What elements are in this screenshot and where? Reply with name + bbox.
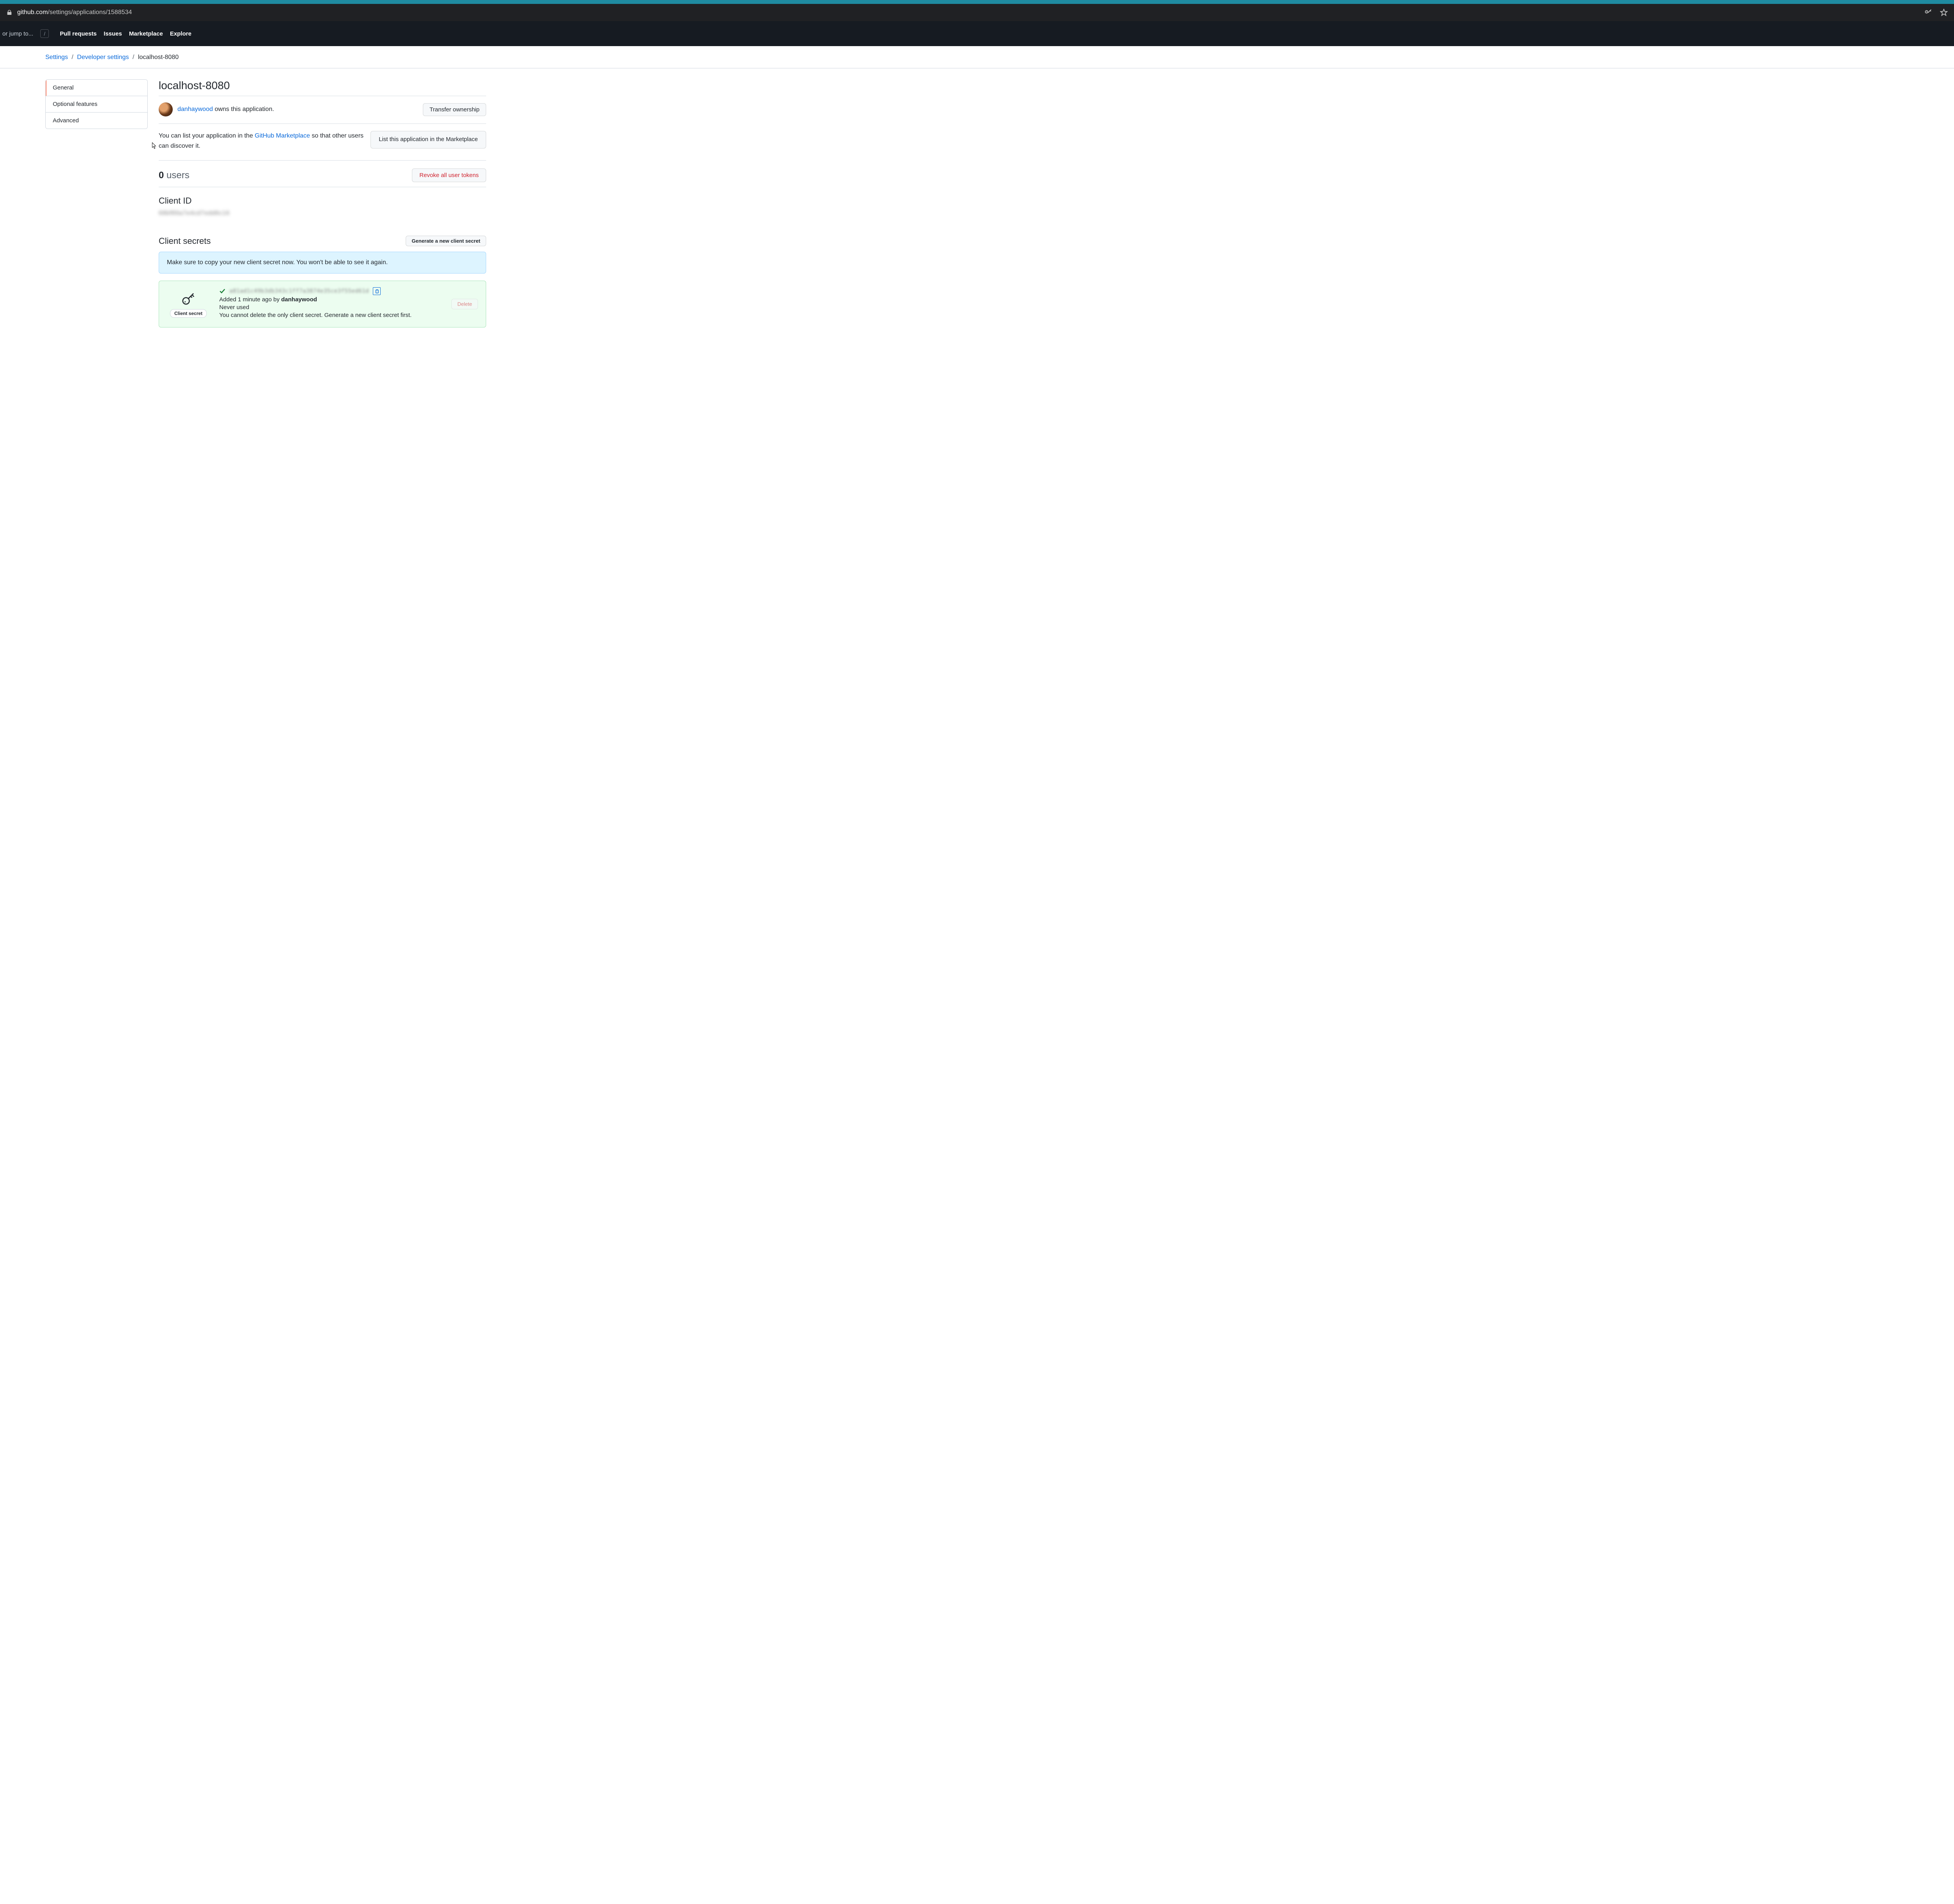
bookmark-star-icon[interactable] bbox=[1940, 9, 1948, 16]
sidebar-menu: General Optional features Advanced bbox=[45, 79, 148, 129]
sidebar-item-optional-features[interactable]: Optional features bbox=[46, 96, 147, 113]
client-secret-box: Client secret a81ad1c49b3db343c1ff7a3874… bbox=[159, 281, 486, 327]
users-row: 0 users Revoke all user tokens bbox=[159, 168, 486, 187]
breadcrumb-settings[interactable]: Settings bbox=[45, 54, 68, 61]
browser-url-bar[interactable]: github.com/settings/applications/1588534 bbox=[0, 4, 1954, 21]
breadcrumb: Settings / Developer settings / localhos… bbox=[0, 46, 1954, 68]
users-label: users bbox=[164, 170, 189, 181]
owner-row: danhaywood owns this application. Transf… bbox=[159, 102, 486, 124]
marketplace-text: You can list your application in the Git… bbox=[159, 131, 366, 151]
browser-tab-strip bbox=[0, 0, 1954, 4]
key-icon[interactable] bbox=[1924, 9, 1932, 16]
page-body: Settings / Developer settings / localhos… bbox=[0, 46, 1954, 327]
secret-added-meta: Added 1 minute ago by danhaywood bbox=[219, 296, 478, 303]
sidebar-item-advanced[interactable]: Advanced bbox=[46, 113, 147, 129]
avatar[interactable] bbox=[159, 102, 173, 116]
app-title: localhost-8080 bbox=[159, 79, 486, 96]
nav-issues[interactable]: Issues bbox=[104, 30, 122, 37]
secret-info: a81ad1c49b3db343c1ff7a3874e35ce3f55ed61d… bbox=[219, 287, 478, 319]
github-header: or jump to... / Pull requests Issues Mar… bbox=[0, 21, 1954, 46]
slash-shortcut-key: / bbox=[40, 29, 49, 38]
url-text: github.com/settings/applications/1588534 bbox=[17, 9, 1924, 16]
owner-suffix: owns this application. bbox=[213, 106, 274, 113]
users-text: 0 users bbox=[159, 170, 190, 181]
owner-info: danhaywood owns this application. bbox=[159, 102, 274, 116]
secret-delete-note: You cannot delete the only client secret… bbox=[219, 312, 478, 319]
secret-value: a81ad1c49b3db343c1ff7a3874e35ce3f55ed61d bbox=[229, 288, 369, 294]
header-nav: Pull requests Issues Marketplace Explore bbox=[60, 30, 191, 37]
client-secrets-heading: Client secrets bbox=[159, 236, 211, 246]
copy-secret-button[interactable] bbox=[373, 287, 381, 295]
client-secrets-header: Client secrets Generate a new client sec… bbox=[159, 236, 486, 246]
clipboard-icon bbox=[375, 289, 379, 293]
secret-value-row: a81ad1c49b3db343c1ff7a3874e35ce3f55ed61d bbox=[219, 287, 478, 295]
nav-pull-requests[interactable]: Pull requests bbox=[60, 30, 97, 37]
nav-explore[interactable]: Explore bbox=[170, 30, 191, 37]
search-jump-text[interactable]: or jump to... bbox=[0, 30, 33, 37]
github-marketplace-link[interactable]: GitHub Marketplace bbox=[255, 132, 310, 139]
main-content: localhost-8080 danhaywood owns this appl… bbox=[159, 79, 499, 327]
check-icon bbox=[219, 288, 225, 294]
list-marketplace-button[interactable]: List this application in the Marketplace bbox=[370, 131, 486, 149]
breadcrumb-current: localhost-8080 bbox=[138, 54, 179, 61]
breadcrumb-separator: / bbox=[72, 54, 73, 61]
content-wrapper: General Optional features Advanced local… bbox=[0, 68, 1954, 327]
secret-key-column: Client secret bbox=[170, 287, 207, 318]
owner-username-link[interactable]: danhaywood bbox=[177, 106, 213, 113]
breadcrumb-developer-settings[interactable]: Developer settings bbox=[77, 54, 129, 61]
settings-sidebar: General Optional features Advanced bbox=[45, 79, 148, 327]
sidebar-item-general[interactable]: General bbox=[46, 80, 147, 96]
owner-text: danhaywood owns this application. bbox=[177, 106, 274, 113]
secret-added-by: danhaywood bbox=[281, 296, 317, 303]
marketplace-row: You can list your application in the Git… bbox=[159, 131, 486, 161]
breadcrumb-separator: / bbox=[132, 54, 134, 61]
client-secret-badge: Client secret bbox=[170, 309, 207, 318]
url-action-icons bbox=[1924, 9, 1948, 16]
secret-usage: Never used bbox=[219, 304, 478, 311]
transfer-ownership-button[interactable]: Transfer ownership bbox=[423, 103, 486, 116]
delete-secret-button[interactable]: Delete bbox=[451, 299, 478, 310]
revoke-tokens-button[interactable]: Revoke all user tokens bbox=[412, 168, 486, 182]
client-id-value: 68bf89a7e4cd7edd6c16 bbox=[159, 210, 486, 217]
key-icon bbox=[181, 291, 196, 306]
copy-secret-notice: Make sure to copy your new client secret… bbox=[159, 252, 486, 274]
generate-secret-button[interactable]: Generate a new client secret bbox=[406, 236, 486, 246]
nav-marketplace[interactable]: Marketplace bbox=[129, 30, 163, 37]
lock-icon bbox=[6, 9, 13, 16]
users-count: 0 bbox=[159, 170, 164, 181]
client-id-heading: Client ID bbox=[159, 196, 486, 206]
